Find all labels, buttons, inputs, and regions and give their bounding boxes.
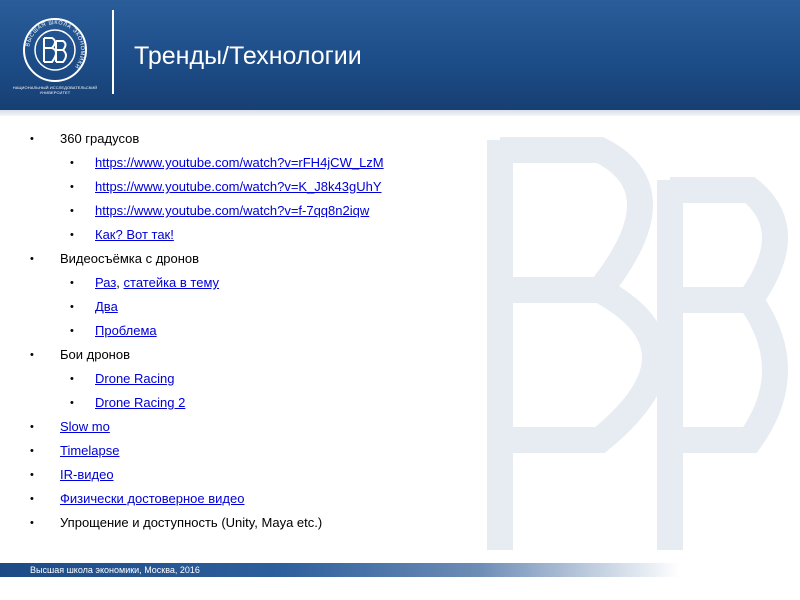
list-item: • Видеосъёмка с дронов: [30, 250, 590, 274]
list-item-label: Бои дронов: [60, 347, 130, 362]
list-item: • 360 градусов: [30, 130, 590, 154]
header-divider: [112, 10, 114, 94]
link-dva[interactable]: Два: [95, 299, 118, 314]
bullet: •: [70, 277, 74, 289]
list-item: • Раз, статейка в тему: [30, 274, 590, 298]
link-problem[interactable]: Проблема: [95, 323, 157, 338]
list-item: • Drone Racing 2: [30, 394, 590, 418]
page-title: Тренды/Технологии: [134, 42, 362, 70]
list-item: • Бои дронов: [30, 346, 590, 370]
footer-text: Высшая школа экономики, Москва, 2016: [30, 565, 200, 575]
list-item: • Упрощение и доступность (Unity, Maya e…: [30, 514, 590, 538]
bullet: •: [30, 421, 34, 433]
bullet: •: [70, 373, 74, 385]
link-drone-racing-2[interactable]: Drone Racing 2: [95, 395, 185, 410]
slide-header: ВЫСШАЯ ШКОЛА ЭКОНОМИКИ НАЦИОНАЛЬНЫЙ ИССЛ…: [0, 0, 800, 110]
list-item: • Drone Racing: [30, 370, 590, 394]
list-item-label: Упрощение и доступность (Unity, Maya etc…: [60, 515, 323, 530]
bullet: •: [30, 445, 34, 457]
list-item-label: 360 градусов: [60, 131, 140, 146]
link-raz[interactable]: Раз: [95, 275, 116, 290]
bullet: •: [30, 253, 34, 265]
link-physical-video[interactable]: Физически достоверное видео: [60, 491, 244, 506]
bullet: •: [70, 181, 74, 193]
list-item: • Два: [30, 298, 590, 322]
bullet: •: [30, 349, 34, 361]
link-article[interactable]: статейка в тему: [124, 275, 220, 290]
list-item: • Timelapse: [30, 442, 590, 466]
bullet: •: [70, 205, 74, 217]
hse-logo-icon: ВЫСШАЯ ШКОЛА ЭКОНОМИКИ: [23, 18, 87, 82]
list-item: • Как? Вот так!: [30, 226, 590, 250]
bullet: •: [70, 157, 74, 169]
logo-caption: НАЦИОНАЛЬНЫЙ ИССЛЕДОВАТЕЛЬСКИЙ УНИВЕРСИТ…: [12, 85, 98, 95]
link-slow-mo[interactable]: Slow mo: [60, 419, 110, 434]
link-youtube-2[interactable]: https://www.youtube.com/watch?v=K_J8k43g…: [95, 179, 382, 194]
slide-footer: Высшая школа экономики, Москва, 2016: [0, 563, 800, 577]
list-item-label: Видеосъёмка с дронов: [60, 251, 200, 266]
bullet: •: [30, 469, 34, 481]
list-item: • Slow mo: [30, 418, 590, 442]
link-ir-video[interactable]: IR-видео: [60, 467, 114, 482]
list-item: • Проблема: [30, 322, 590, 346]
bullet: •: [70, 325, 74, 337]
content-list: • 360 градусов • https://www.youtube.com…: [30, 130, 590, 538]
link-drone-racing[interactable]: Drone Racing: [95, 371, 175, 386]
link-timelapse[interactable]: Timelapse: [60, 443, 119, 458]
list-item: • https://www.youtube.com/watch?v=f-7qq8…: [30, 202, 590, 226]
header-stripe: [0, 110, 800, 116]
list-item: • IR-видео: [30, 466, 590, 490]
bullet: •: [30, 517, 34, 529]
comma-separator: ,: [116, 275, 124, 290]
bullet: •: [70, 301, 74, 313]
bullet: •: [70, 397, 74, 409]
list-item: • https://www.youtube.com/watch?v=rFH4jC…: [30, 154, 590, 178]
list-item: • Физически достоверное видео: [30, 490, 590, 514]
list-item: • https://www.youtube.com/watch?v=K_J8k4…: [30, 178, 590, 202]
bullet: •: [70, 229, 74, 241]
link-youtube-1[interactable]: https://www.youtube.com/watch?v=rFH4jCW_…: [95, 155, 384, 170]
bullet: •: [30, 493, 34, 505]
bullet: •: [30, 133, 34, 145]
link-youtube-3[interactable]: https://www.youtube.com/watch?v=f-7qq8n2…: [95, 203, 369, 218]
link-how[interactable]: Как? Вот так!: [95, 227, 174, 242]
